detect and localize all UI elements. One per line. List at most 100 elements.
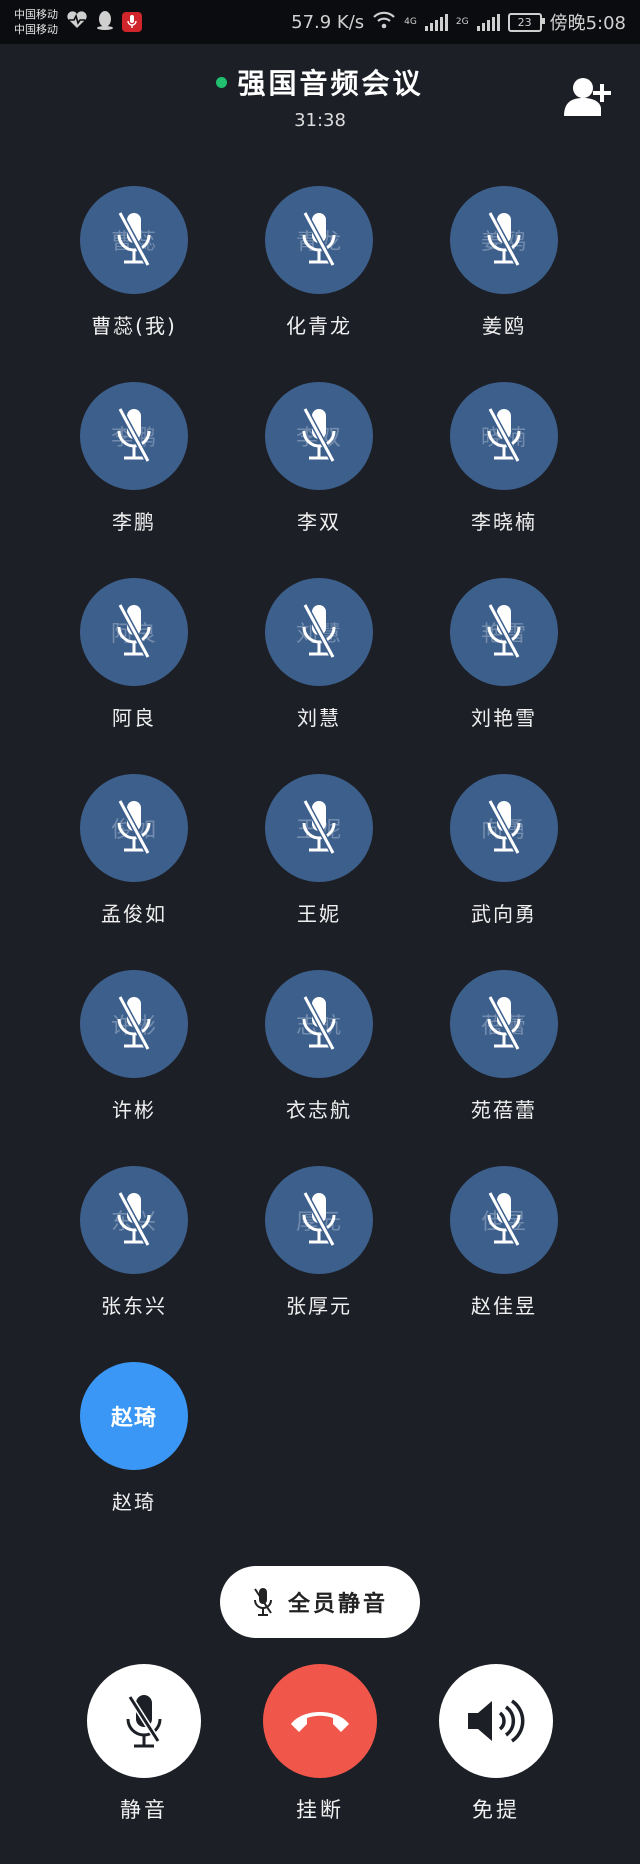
- participant-name: 阿良: [112, 706, 156, 730]
- carrier-2: 中国移动: [14, 23, 58, 36]
- participant-tile[interactable]: 刘慧 刘慧: [229, 578, 409, 774]
- participant-avatar: 姜鸥: [450, 186, 558, 294]
- participant-name: 李晓楠: [471, 510, 537, 534]
- participant-tile[interactable]: 志航 衣志航: [229, 970, 409, 1166]
- participant-avatar: 志航: [265, 970, 373, 1078]
- participant-tile[interactable]: 李双 李双: [229, 382, 409, 578]
- participant-avatar: 俊如: [80, 774, 188, 882]
- mute-all-label: 全员静音: [287, 1592, 388, 1617]
- participant-tile[interactable]: 艳雪 刘艳雪: [414, 578, 594, 774]
- participant-avatar: 青龙: [265, 186, 373, 294]
- call-timer: 31:38: [294, 110, 346, 131]
- participant-tile[interactable]: 蓓蕾 苑蓓蕾: [414, 970, 594, 1166]
- participant-name: 李鹏: [112, 510, 156, 534]
- hangup-control: 挂断: [262, 1664, 378, 1824]
- participant-name: 刘慧: [297, 706, 341, 730]
- speaker-icon: [468, 1699, 525, 1743]
- speaker-button[interactable]: [439, 1664, 553, 1778]
- mic-muted-icon: [487, 799, 521, 855]
- participant-avatar: 许彬: [80, 970, 188, 1078]
- signal-strength-icon-1: [424, 13, 448, 31]
- net-4g-label: 4G: [404, 16, 417, 27]
- participant-tile[interactable]: 晓楠 李晓楠: [414, 382, 594, 578]
- clock: 傍晚5:08: [549, 13, 626, 34]
- wifi-icon: [372, 11, 396, 34]
- participant-avatar: 佳昱: [450, 1166, 558, 1274]
- add-participant-button[interactable]: [564, 76, 614, 120]
- mute-all-button[interactable]: 全员静音: [220, 1566, 420, 1638]
- call-header: 强国音频会议 31:38: [0, 62, 640, 131]
- participant-tile[interactable]: 青龙 化青龙: [229, 186, 409, 382]
- mute-label: 静音: [120, 1798, 168, 1822]
- participant-name: 衣志航: [286, 1098, 352, 1122]
- participant-tile[interactable]: 王妮 王妮: [229, 774, 409, 970]
- participant-tile[interactable]: 东兴 张东兴: [44, 1166, 224, 1362]
- mic-muted-icon: [487, 407, 521, 463]
- participant-name: 苑蓓蕾: [471, 1098, 537, 1122]
- mic-muted-icon: [487, 211, 521, 267]
- avatar-initial: 赵琦: [110, 1406, 157, 1431]
- participant-tile[interactable]: 曹蕊 曹蕊(我): [44, 186, 224, 382]
- mic-muted-icon: [117, 799, 151, 855]
- participant-tile[interactable]: 姜鸥 姜鸥: [414, 186, 594, 382]
- battery-icon: 23: [507, 12, 545, 32]
- participant-tile[interactable]: 厚元 张厚元: [229, 1166, 409, 1362]
- participant-name: 刘艳雪: [471, 706, 537, 730]
- participant-name: 武向勇: [471, 902, 537, 926]
- participant-tile[interactable]: 赵琦 赵琦: [44, 1362, 224, 1558]
- hangup-button[interactable]: [263, 1664, 377, 1778]
- net-2g-label: 2G: [455, 16, 469, 27]
- participant-tile[interactable]: 许彬 许彬: [44, 970, 224, 1166]
- mic-muted-icon: [117, 211, 151, 267]
- status-bar: 中国移动 中国移动 57.9 K/s 4G 2G 23 傍晚5:08: [0, 0, 640, 44]
- participant-avatar: 蓓蕾: [450, 970, 558, 1078]
- participant-name: 许彬: [112, 1098, 156, 1122]
- participant-name: 姜鸥: [482, 314, 526, 338]
- mic-muted-icon: [487, 995, 521, 1051]
- participant-name: 赵琦: [112, 1490, 156, 1514]
- add-user-icon: [564, 78, 611, 116]
- mic-muted-icon: [302, 1191, 336, 1247]
- mic-muted-icon: [117, 603, 151, 659]
- participant-name: 王妮: [297, 902, 341, 926]
- participant-name: 曹蕊(我): [91, 314, 177, 338]
- participant-avatar: 厚元: [265, 1166, 373, 1274]
- mic-muted-icon: [302, 211, 336, 267]
- phone-hangup-icon: [291, 1712, 349, 1732]
- participant-name: 化青龙: [286, 314, 352, 338]
- participant-avatar: 李鹏: [80, 382, 188, 490]
- participant-name: 张厚元: [286, 1294, 352, 1318]
- participant-avatar: 李双: [265, 382, 373, 490]
- participant-avatar: 赵琦: [80, 1362, 188, 1470]
- status-right: 57.9 K/s 4G 2G 23 傍晚5:08: [291, 9, 626, 35]
- participant-avatar: 曹蕊: [80, 186, 188, 294]
- heart-rate-icon: [66, 10, 88, 34]
- participant-avatar: 王妮: [265, 774, 373, 882]
- mic-muted-icon: [302, 995, 336, 1051]
- participant-tile[interactable]: 李鹏 李鹏: [44, 382, 224, 578]
- mic-muted-icon: [117, 407, 151, 463]
- participant-tile[interactable]: 阿良 阿良: [44, 578, 224, 774]
- participant-tile[interactable]: 佳昱 赵佳昱: [414, 1166, 594, 1362]
- qq-penguin-icon: [96, 10, 114, 35]
- participant-name: 孟俊如: [101, 902, 167, 926]
- mic-muted-icon: [117, 995, 151, 1051]
- mic-muted-icon: [253, 1588, 272, 1616]
- network-speed: 57.9 K/s: [291, 11, 365, 33]
- title-row: 强国音频会议: [0, 62, 640, 102]
- participant-tile[interactable]: 向勇 武向勇: [414, 774, 594, 970]
- participant-name: 张东兴: [101, 1294, 167, 1318]
- participant-tile[interactable]: 俊如 孟俊如: [44, 774, 224, 970]
- participant-avatar: 晓楠: [450, 382, 558, 490]
- mute-control: 静音: [86, 1664, 202, 1824]
- carrier-1: 中国移动: [14, 8, 58, 21]
- mute-button[interactable]: [87, 1664, 201, 1778]
- speaker-control: 免提: [438, 1664, 554, 1824]
- mic-muted-icon: [117, 1191, 151, 1247]
- live-indicator-dot: [216, 76, 228, 88]
- speaker-label: 免提: [472, 1798, 520, 1822]
- participant-name: 李双: [297, 510, 341, 534]
- battery-level: 23: [517, 15, 532, 29]
- mic-muted-icon: [302, 603, 336, 659]
- recording-mic-icon: [122, 12, 142, 32]
